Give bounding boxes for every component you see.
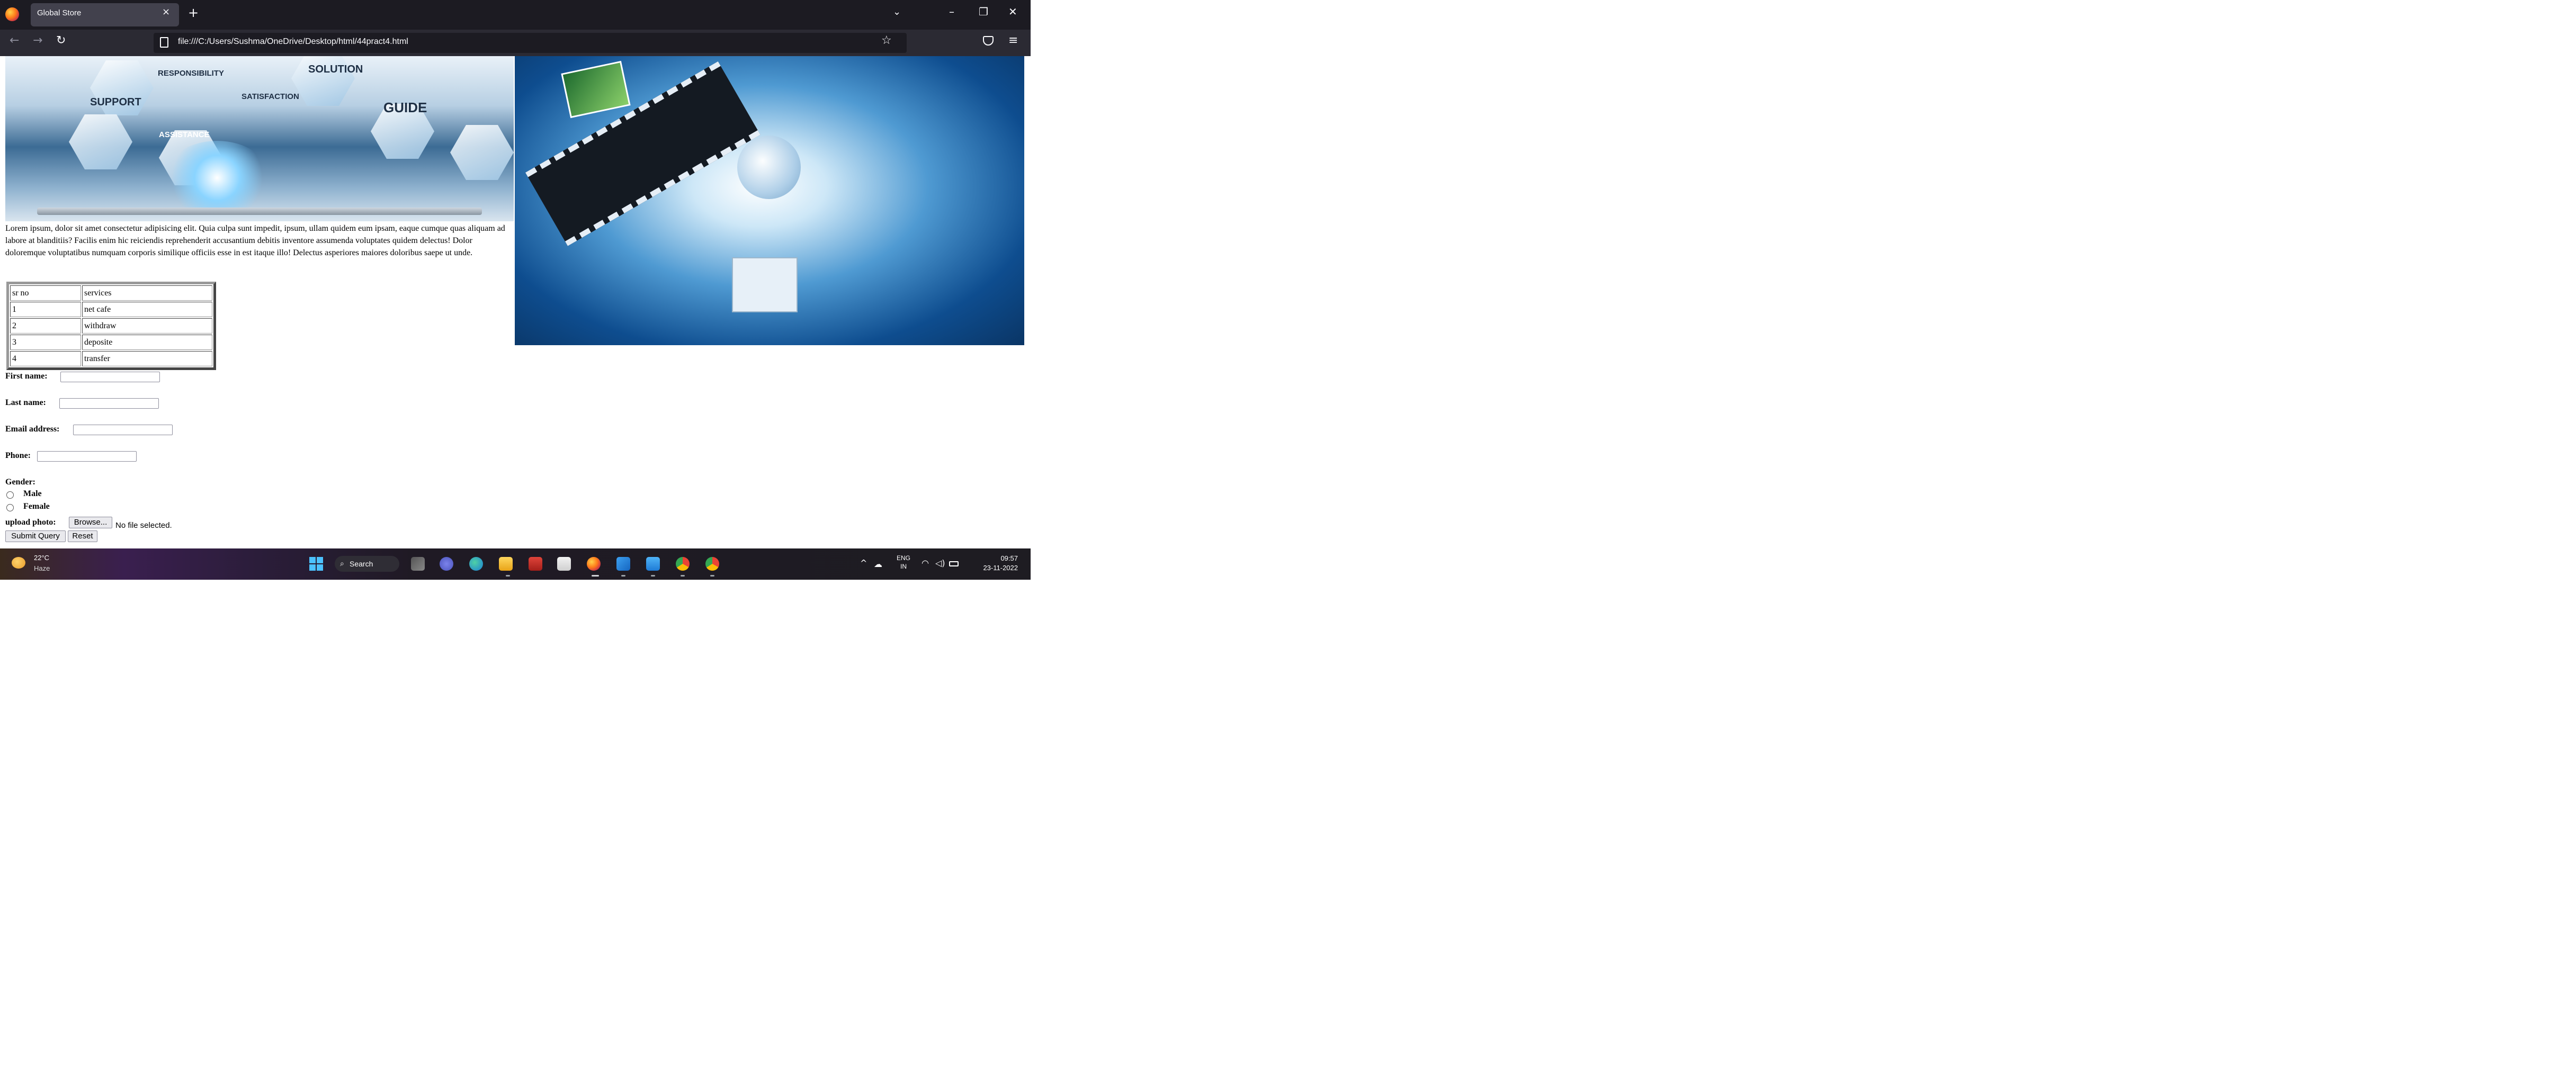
battery-icon[interactable]	[949, 561, 959, 566]
chrome-icon[interactable]	[676, 557, 690, 571]
bookmark-star-icon[interactable]: ☆	[881, 34, 892, 47]
forward-icon[interactable]: →	[33, 34, 42, 47]
wifi-icon[interactable]: ◠	[922, 558, 929, 568]
tab-title: Global Store	[37, 8, 82, 17]
upload-photo-label: upload photo:	[5, 518, 56, 527]
language-indicator[interactable]: ENG IN	[893, 554, 914, 571]
table-cell: 1	[10, 302, 81, 317]
edge-icon[interactable]	[469, 557, 483, 571]
weather-temperature[interactable]: 22°C	[34, 554, 49, 562]
restore-icon[interactable]: ❐	[979, 5, 988, 18]
banner-label: RESPONSIBILITY	[158, 69, 225, 78]
banner-label: ASSISTANCE	[159, 130, 210, 139]
first-name-label: First name:	[5, 372, 48, 381]
microsoft-store-icon[interactable]	[557, 557, 571, 571]
table-row: 1 net cafe	[10, 302, 212, 317]
minimize-icon[interactable]: –	[949, 5, 954, 18]
table-cell: sr no	[10, 285, 81, 301]
taskbar-search-label: Search	[350, 560, 373, 568]
email-label: Email address:	[5, 425, 60, 434]
back-icon[interactable]: ←	[10, 34, 19, 47]
table-cell: 2	[10, 318, 81, 334]
url-text[interactable]: file:///C:/Users/Sushma/OneDrive/Desktop…	[178, 37, 408, 47]
lorem-paragraph: Lorem ipsum, dolor sit amet consectetur …	[5, 224, 505, 257]
table-row: 4 transfer	[10, 351, 212, 366]
running-indicator	[681, 575, 685, 577]
gender-label: Gender:	[5, 478, 35, 487]
tab-list-icon[interactable]: ⌄	[893, 6, 901, 17]
running-indicator	[592, 575, 599, 577]
file-explorer-icon[interactable]	[499, 557, 513, 571]
table-cell: 3	[10, 335, 81, 350]
running-indicator	[621, 575, 625, 577]
table-cell: net cafe	[82, 302, 212, 317]
last-name-label: Last name:	[5, 398, 46, 407]
tray-chevron-icon[interactable]: ^	[860, 558, 867, 568]
phone-input[interactable]	[37, 451, 137, 462]
clock-time: 09:57	[1000, 554, 1018, 562]
hamburger-menu-icon[interactable]: ≡	[1008, 34, 1018, 47]
email-input[interactable]	[73, 425, 173, 435]
page-content: RESPONSIBILITY SOLUTION SUPPORT SATISFAC…	[0, 56, 1031, 548]
last-name-input[interactable]	[59, 398, 159, 409]
submit-button[interactable]: Submit Query	[5, 530, 66, 542]
female-radio[interactable]	[6, 504, 14, 511]
browse-button[interactable]: Browse...	[69, 517, 112, 528]
running-indicator	[710, 575, 714, 577]
table-row: 2 withdraw	[10, 318, 212, 334]
male-radio[interactable]	[6, 491, 14, 499]
region-code: IN	[900, 563, 907, 570]
table-header-row: sr no services	[10, 285, 212, 301]
notepad-icon[interactable]	[646, 557, 660, 571]
services-table: sr no services 1 net cafe 2 withdraw 3 d…	[6, 282, 216, 370]
teams-chat-icon[interactable]	[440, 557, 453, 571]
windows-start-icon[interactable]	[309, 557, 323, 571]
chrome-profile-icon[interactable]	[705, 557, 719, 571]
first-name-input[interactable]	[60, 372, 160, 382]
banner-label: GUIDE	[383, 100, 427, 115]
clock-date: 23-11-2022	[983, 564, 1018, 572]
table-row: 3 deposite	[10, 335, 212, 350]
running-indicator	[506, 575, 510, 577]
firefox-logo-icon[interactable]	[5, 7, 19, 21]
banner-image-hexagons: RESPONSIBILITY SOLUTION SUPPORT SATISFAC…	[5, 56, 514, 221]
table-cell: services	[82, 285, 212, 301]
task-view-icon[interactable]	[411, 557, 425, 571]
table-cell: 4	[10, 351, 81, 366]
female-label: Female	[23, 502, 50, 511]
firefox-taskbar-icon[interactable]	[587, 557, 601, 571]
digital-media-image	[515, 56, 1024, 345]
banner-label: SATISFACTION	[241, 92, 299, 101]
banner-label: SUPPORT	[90, 96, 141, 108]
table-cell: withdraw	[82, 318, 212, 334]
banner-label: SOLUTION	[308, 64, 363, 75]
close-window-icon[interactable]: ✕	[1008, 5, 1017, 18]
vscode-icon[interactable]	[616, 557, 630, 571]
language-code: ENG	[896, 554, 910, 562]
table-cell: transfer	[82, 351, 212, 366]
phone-label: Phone:	[5, 451, 31, 460]
new-tab-icon[interactable]: +	[188, 5, 199, 20]
taskbar-clock[interactable]: 09:57 23-11-2022	[969, 554, 1018, 573]
weather-icon[interactable]	[12, 557, 25, 569]
screen: Global Store × + ⌄ – ❐ ✕ ← → ↻ file:///C…	[0, 0, 1031, 580]
running-indicator	[651, 575, 655, 577]
close-tab-icon[interactable]: ×	[162, 6, 170, 17]
page-icon	[160, 37, 168, 48]
reload-icon[interactable]: ↻	[56, 34, 66, 47]
volume-icon[interactable]: ◁)	[935, 558, 945, 568]
search-icon: ⌕	[340, 560, 344, 568]
mcafee-icon[interactable]	[529, 557, 542, 571]
onedrive-icon[interactable]: ☁	[874, 559, 882, 569]
reset-button[interactable]: Reset	[68, 530, 97, 542]
male-label: Male	[23, 489, 42, 498]
table-cell: deposite	[82, 335, 212, 350]
file-status-text: No file selected.	[115, 521, 172, 530]
weather-description[interactable]: Haze	[34, 564, 50, 572]
